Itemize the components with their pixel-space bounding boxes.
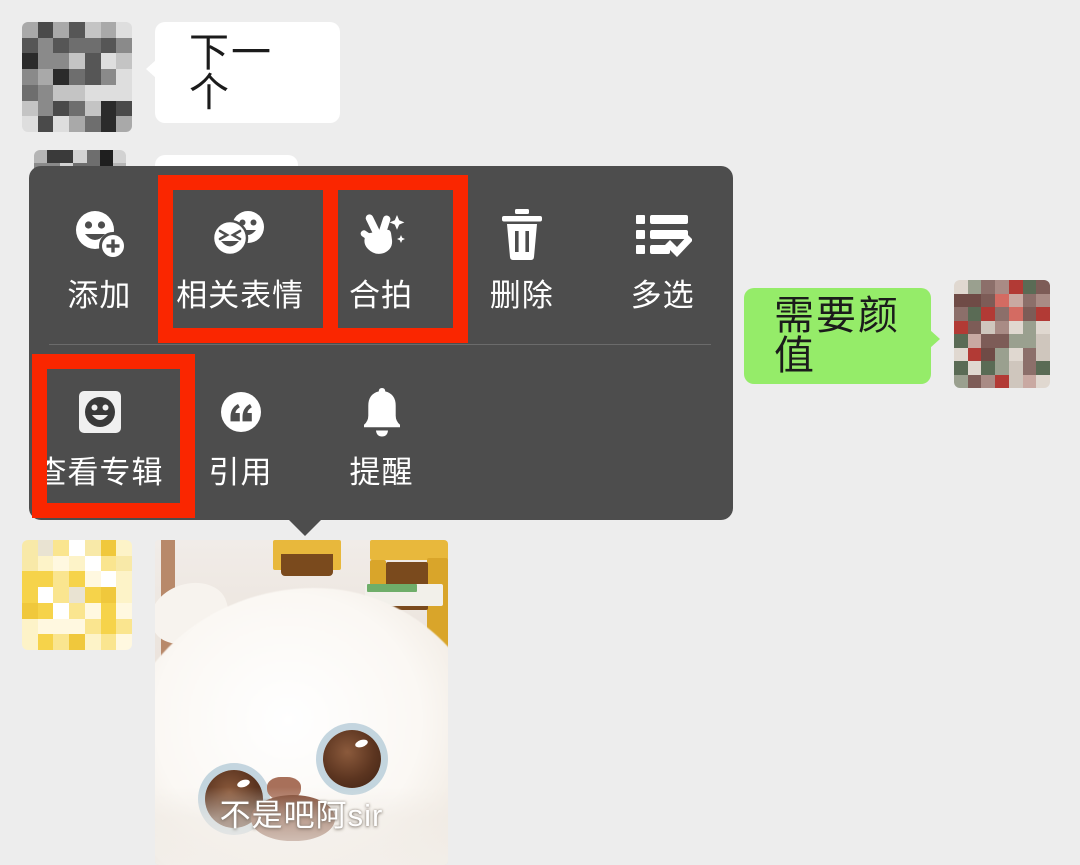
menu-item-related-stickers[interactable]: 相关表情 <box>170 166 311 344</box>
context-menu-row-1: 添加 相关表情 合拍 删除 多选 <box>29 166 733 344</box>
menu-item-label: 引用 <box>208 454 273 490</box>
message-context-menu[interactable]: 添加 相关表情 合拍 删除 多选 查看专辑 引用 提醒 <box>29 166 733 520</box>
menu-item-label: 相关表情 <box>176 277 305 313</box>
menu-item-label: 多选 <box>630 277 695 313</box>
sticker-smiley-icon <box>74 381 126 443</box>
menu-item-label: 查看专辑 <box>35 454 164 490</box>
menu-item-view-album[interactable]: 查看专辑 <box>29 344 170 520</box>
list-check-icon <box>634 204 692 266</box>
cat-photo: 不是吧阿sir <box>155 540 448 865</box>
quote-icon <box>215 381 267 443</box>
menu-item-label: 合拍 <box>348 277 413 313</box>
message-text: 需要颜值 <box>774 294 900 378</box>
mosaic-color-avatar <box>954 280 1050 388</box>
smiley-plus-icon <box>70 204 128 266</box>
context-menu-row-2: 查看专辑 引用 提醒 <box>29 344 733 520</box>
menu-item-label: 提醒 <box>349 454 414 490</box>
avatar[interactable] <box>22 22 132 132</box>
bell-icon <box>356 381 408 443</box>
message-text: 下一个 <box>189 30 273 115</box>
message-bubble-beauty[interactable]: 需要颜值 <box>744 288 940 384</box>
menu-item-duet[interactable]: 合拍 <box>311 166 452 344</box>
avatar[interactable] <box>954 280 1050 388</box>
avatar[interactable] <box>22 540 132 650</box>
trash-icon <box>496 204 548 266</box>
menu-item-multiselect[interactable]: 多选 <box>592 166 733 344</box>
hand-sparkle-icon <box>352 204 410 266</box>
mosaic-yellow-avatar <box>22 540 132 650</box>
image-caption: 不是吧阿sir <box>219 798 384 833</box>
menu-item-remind[interactable]: 提醒 <box>311 344 452 520</box>
two-smileys-icon <box>210 204 270 266</box>
menu-item-delete[interactable]: 删除 <box>451 166 592 344</box>
message-bubble-next[interactable]: 下一个 <box>146 22 340 123</box>
menu-item-label: 删除 <box>489 277 554 313</box>
mosaic-gray-avatar <box>22 22 132 132</box>
menu-item-label: 添加 <box>67 277 132 313</box>
menu-item-quote[interactable]: 引用 <box>170 344 311 520</box>
menu-item-add[interactable]: 添加 <box>29 166 170 344</box>
chat-surface: 下一个 需要颜值 不是吧阿sir 添加 相关表情 合拍 删除 多选 查看专辑 引… <box>0 0 1080 865</box>
image-message-cat[interactable]: 不是吧阿sir <box>155 540 448 865</box>
context-menu-pointer <box>288 519 322 536</box>
